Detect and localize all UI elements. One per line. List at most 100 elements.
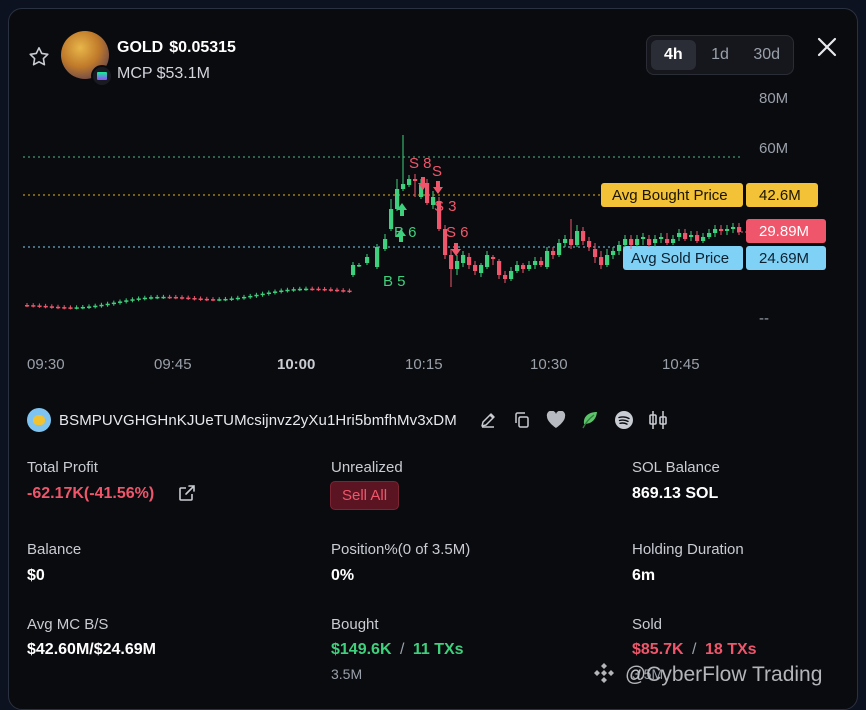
current-price-value: 29.89M (759, 223, 809, 240)
watermark: @CyberFlow Trading (593, 662, 822, 687)
candle-body (461, 255, 466, 263)
unrealized-label: Unrealized (331, 459, 403, 476)
candle-body (37, 305, 42, 307)
copy-icon[interactable] (511, 409, 533, 431)
edit-icon[interactable] (477, 409, 499, 431)
favorite-star-icon[interactable] (27, 45, 51, 69)
candle-body (235, 297, 240, 300)
bought-txs: 11 TXs (412, 641, 464, 658)
sell-all-button[interactable]: Sell All (330, 481, 400, 510)
total-profit-label: Total Profit (27, 459, 98, 476)
candle-body (695, 235, 700, 241)
candle-body (605, 255, 610, 265)
candlestick-icon[interactable] (647, 409, 669, 431)
external-link-icon[interactable] (177, 483, 197, 503)
sell-arrow-icon (451, 243, 461, 256)
candle-body (455, 261, 460, 269)
candle-body (677, 233, 682, 237)
candle-body (375, 247, 380, 267)
candle-body (593, 249, 598, 257)
tab-30d[interactable]: 30d (744, 40, 789, 70)
candle-body (49, 306, 54, 308)
candle-body (229, 298, 234, 300)
candle-body (509, 271, 514, 279)
candle-body (341, 290, 346, 292)
candle-body (68, 307, 73, 309)
token-trade-panel: GOLD $0.05315 MCP $53.1M 4h 1d 30d 80M 60M… (8, 8, 858, 710)
spotify-icon[interactable] (613, 409, 635, 431)
candle-body (316, 288, 321, 291)
candle-body (155, 296, 160, 299)
candle-body (485, 255, 490, 267)
candle-body (599, 257, 604, 265)
candle-body (43, 305, 48, 308)
candle-body (25, 305, 30, 307)
candle-body (192, 298, 197, 300)
watermark-handle: @CyberFlow Trading (624, 663, 823, 686)
candle-body (99, 304, 104, 307)
candle-body (161, 296, 166, 299)
balance-label: Balance (27, 541, 82, 558)
avg-sold-price-tag: Avg Sold Price 24.69M (623, 246, 826, 270)
x-tick-1030: 10:30 (530, 356, 568, 373)
candle-body (587, 241, 592, 247)
trade-markers: B 5 B 6 S 8 S S 3 S 6 (383, 155, 469, 290)
candle-body (491, 257, 496, 259)
price-chart[interactable]: 80M 60M -- Avg Bought Price 42.6M 29.89M… (9, 79, 857, 389)
candle-body (87, 306, 92, 308)
candle-body (641, 237, 646, 239)
position-label: Position%(0 of 3.5M) (331, 541, 471, 558)
candle-body (467, 257, 472, 265)
candle-body (389, 209, 394, 229)
candle-body (395, 189, 400, 209)
bought-amount: $149.6K (331, 641, 392, 658)
candle-body (719, 229, 724, 231)
candle-body (497, 261, 502, 275)
candle-body (322, 288, 327, 291)
position-value: 0% (331, 567, 355, 584)
candle-body (248, 295, 253, 298)
candle-body (335, 289, 340, 292)
current-price-tag: 29.89M (746, 219, 826, 243)
candle-body (328, 289, 333, 291)
wallet-row: BSMPUVGHGHnKJUeTUMcsijnvz2yXu1Hri5bmfhMv… (27, 407, 669, 433)
candle-body (503, 275, 508, 279)
candle-body (211, 299, 216, 301)
token-price: $0.05315 (169, 39, 236, 56)
holding-duration-label: Holding Duration (632, 541, 744, 558)
candle-body (124, 300, 129, 302)
tab-1d[interactable]: 1d (698, 40, 743, 70)
candle-body (383, 239, 388, 249)
sol-balance-label: SOL Balance (632, 459, 720, 476)
bought-value: $149.6K / 11 TXs (331, 641, 464, 659)
close-icon[interactable] (815, 35, 839, 59)
candle-body (62, 307, 67, 309)
wallet-address[interactable]: BSMPUVGHGHnKJUeTUMcsijnvz2yXu1Hri5bmfhMv… (59, 412, 457, 429)
candle-body (527, 265, 532, 269)
candle-body (569, 239, 574, 245)
heart-icon[interactable] (545, 409, 567, 431)
candle-body (707, 233, 712, 237)
candle-body (242, 296, 247, 299)
holding-duration-value: 6m (632, 567, 656, 584)
sold-txs: 18 TXs (704, 641, 757, 658)
leaf-icon[interactable] (579, 409, 601, 431)
marker-b6: B 6 (394, 224, 417, 241)
candle-body (111, 302, 116, 305)
candle-body (725, 229, 730, 231)
avg-sold-label: Avg Sold Price (631, 250, 729, 267)
y-tick-60m: 60M (759, 140, 788, 157)
candle-body (659, 237, 664, 239)
candle-body (683, 233, 688, 239)
avg-bought-price-tag: Avg Bought Price 42.6M (601, 183, 818, 207)
candle-body (557, 243, 562, 255)
candle-body (479, 265, 484, 273)
avg-sold-value: 24.69M (759, 250, 809, 267)
candle-body (533, 261, 538, 265)
candle-body (31, 305, 36, 307)
candle-body (515, 265, 520, 271)
tab-4h[interactable]: 4h (651, 40, 696, 70)
candle-body (635, 239, 640, 245)
marker-s3: S 3 (434, 198, 457, 215)
x-tick-1000: 10:00 (277, 356, 315, 373)
